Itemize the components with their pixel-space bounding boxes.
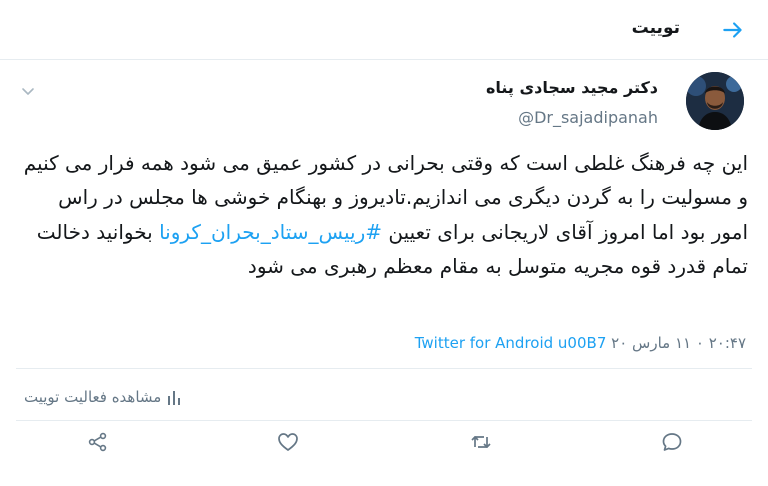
view-activity-label: مشاهده فعالیت توییت xyxy=(24,388,162,406)
share-icon[interactable] xyxy=(86,430,110,454)
page-title: توییت xyxy=(631,18,680,38)
heart-icon[interactable] xyxy=(276,430,300,454)
avatar[interactable] xyxy=(686,72,744,130)
chevron-down-icon[interactable] xyxy=(20,84,36,100)
tweet-text: این چه فرهنگ غلطی است که وقتی بحرانی در … xyxy=(18,146,748,284)
reply-icon[interactable] xyxy=(660,430,684,454)
author-handle[interactable]: @Dr_sajadipanah xyxy=(518,108,658,127)
timestamp: ۲۰:۴۷ ۰ ۱۱ مارس ۲۰ xyxy=(611,334,746,352)
divider xyxy=(16,368,752,369)
avatar-image xyxy=(686,72,744,130)
tweet-detail-screen: توییت دکتر مجید سجادی پناه @Dr_sajadipan… xyxy=(0,0,768,486)
hashtag-link[interactable]: #رییس_ستاد_بحران_کرونا xyxy=(159,220,382,244)
tweet-meta: ۲۰:۴۷ ۰ ۱۱ مارس ۲۰ Twitter for Android u… xyxy=(415,334,746,352)
arrow-right-icon[interactable] xyxy=(720,17,746,43)
bar-chart-icon xyxy=(168,391,181,405)
divider xyxy=(16,420,752,421)
author-name[interactable]: دکتر مجید سجادی پناه xyxy=(486,78,658,97)
retweet-icon[interactable] xyxy=(469,430,493,454)
top-bar: توییت xyxy=(0,0,768,60)
view-activity-link[interactable]: مشاهده فعالیت توییت xyxy=(24,386,181,408)
source-link[interactable]: Twitter for Android u00B7 xyxy=(415,334,607,352)
